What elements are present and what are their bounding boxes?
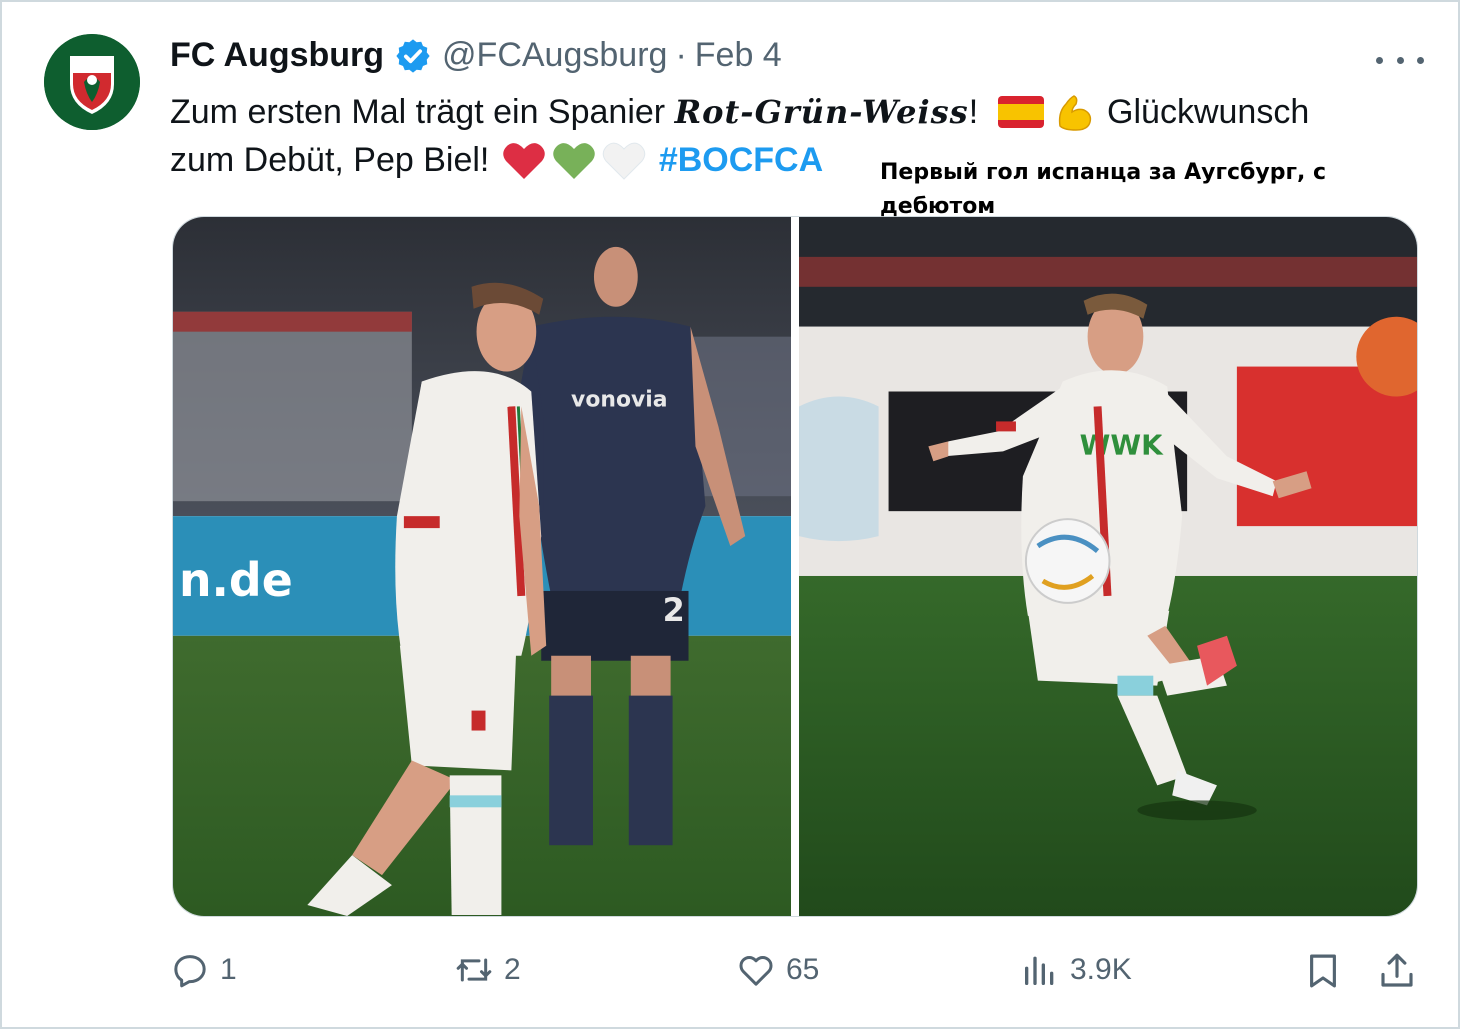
spain-flag-icon	[997, 96, 1044, 128]
photo-left-board-text: n.de	[179, 553, 293, 607]
tweet-text-line2: zum Debüt, Pep Biel!	[170, 141, 499, 179]
photo-right-image: WWK	[799, 217, 1417, 916]
tweet-card[interactable]: FC Augsburg @FCAugsburg · Feb 4 Zum erst…	[0, 0, 1460, 1029]
club-crest-icon	[44, 34, 140, 130]
green-heart-icon	[553, 143, 595, 179]
author-handle[interactable]: @FCAugsburg	[442, 36, 667, 75]
repost-icon	[456, 958, 492, 982]
author-name[interactable]: FC Augsburg	[170, 36, 384, 75]
photo-right[interactable]: WWK	[799, 217, 1417, 916]
photo-left-image: n.de vonovia 2	[173, 217, 792, 916]
views-count: 3.9K	[1070, 953, 1132, 986]
bookmark-icon	[1310, 954, 1336, 988]
like-icon	[739, 955, 773, 986]
overlay-annotation: Первый гол испанца за Аугсбург, с дебюто…	[880, 160, 1327, 219]
share-icon	[1381, 953, 1413, 987]
share-button[interactable]	[1376, 950, 1418, 997]
photo-left-sponsor-text: vonovia	[571, 387, 667, 412]
red-heart-icon	[503, 143, 545, 179]
action-bar: 1 2 65 3.9K	[170, 950, 1426, 1000]
like-count: 65	[786, 953, 820, 986]
tweet-text-part1: Zum ersten Mal trägt ein Spanier	[170, 93, 675, 131]
repost-button[interactable]: 2	[454, 950, 521, 990]
reply-icon	[174, 955, 206, 988]
media-divider	[791, 217, 795, 916]
verified-badge-icon	[396, 38, 430, 73]
tweet-header: FC Augsburg @FCAugsburg · Feb 4	[170, 36, 782, 75]
photo-left-number-text: 2	[663, 591, 685, 629]
reply-button[interactable]: 1	[170, 950, 237, 990]
views-icon	[1025, 956, 1054, 985]
separator-dot: ·	[675, 36, 687, 74]
like-button[interactable]: 65	[736, 950, 819, 990]
tweet-date[interactable]: Feb 4	[695, 36, 782, 75]
tweet-text-part2: !	[968, 93, 988, 131]
avatar[interactable]	[44, 34, 140, 130]
bookmark-button[interactable]	[1302, 950, 1344, 997]
media-grid: n.de vonovia 2 WWK	[172, 216, 1418, 917]
flexed-biceps-icon	[1058, 95, 1091, 131]
more-icon[interactable]	[1376, 42, 1424, 78]
tweet-text-part3: Glückwunsch	[1097, 93, 1310, 131]
hashtag-link[interactable]: #BOCFCA	[659, 136, 823, 184]
white-heart-icon	[602, 142, 646, 180]
reply-count: 1	[220, 953, 237, 986]
photo-left[interactable]: n.de vonovia 2	[173, 217, 792, 916]
views-button[interactable]: 3.9K	[1020, 950, 1132, 990]
tweet-text-script: Rot-Grün-Weiss	[674, 93, 969, 131]
repost-count: 2	[504, 953, 521, 986]
photo-right-shirt-text: WWK	[1080, 428, 1164, 461]
